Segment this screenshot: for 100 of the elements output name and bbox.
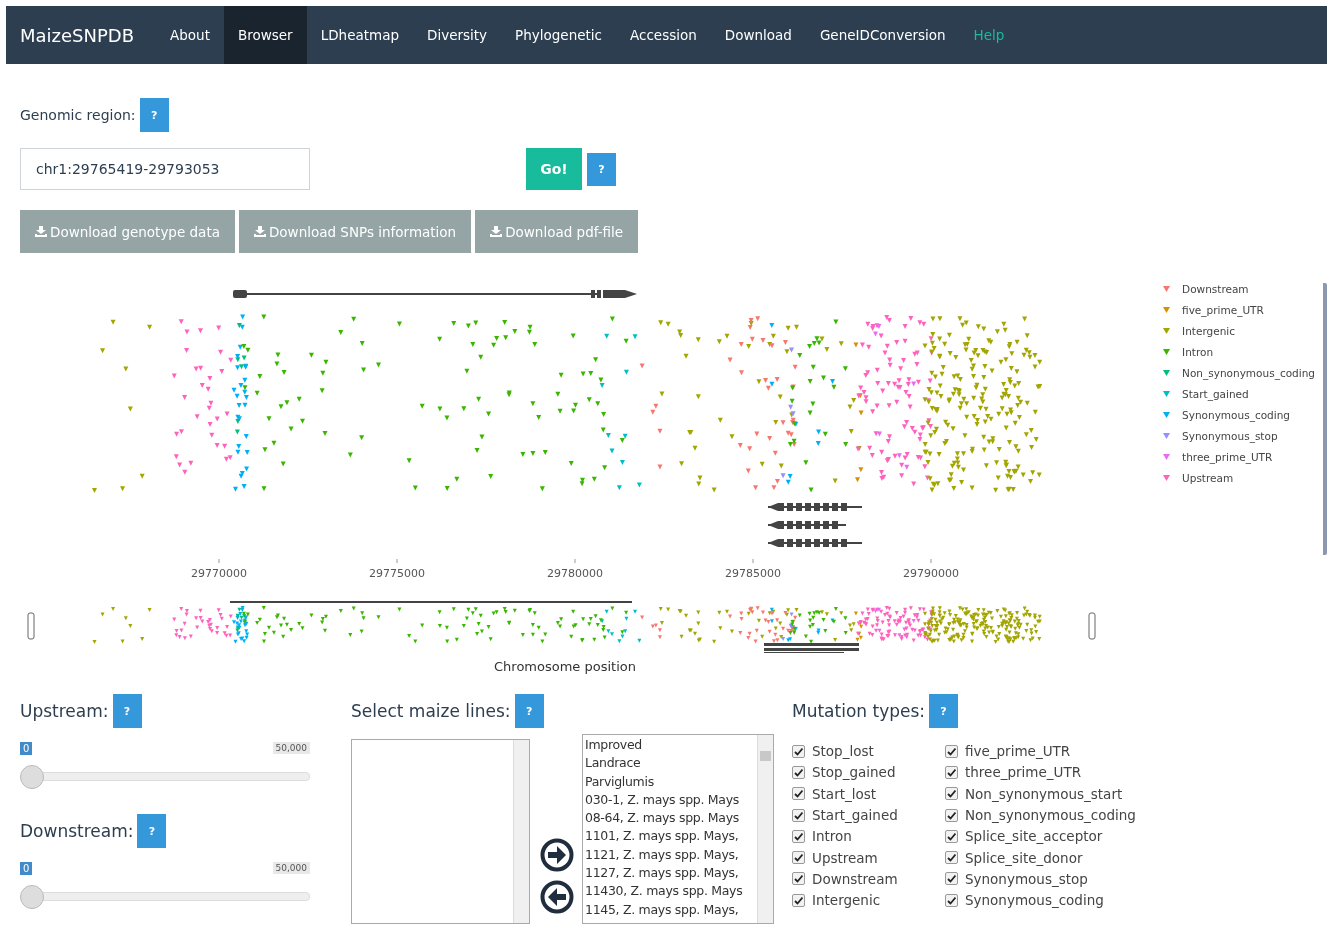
checkbox[interactable] (792, 851, 805, 865)
checkbox-label: Start_gained (812, 807, 898, 824)
axis-tick-label: 29770000 (191, 567, 247, 580)
field-label: Upstream: (20, 701, 109, 721)
nav-tab[interactable]: Download (710, 6, 806, 64)
check-icon (794, 831, 803, 841)
checkbox-label: Downstream (812, 870, 898, 887)
checkbox[interactable] (792, 893, 805, 907)
checkbox[interactable] (945, 787, 958, 801)
legend-label: Synonymous_coding (1182, 409, 1290, 421)
field-label: Select maize lines: (351, 701, 511, 721)
axis-tick-label: 29785000 (725, 567, 781, 580)
nav-tab[interactable]: GeneIDConversion (805, 6, 960, 64)
list-option[interactable]: Improved (585, 736, 757, 755)
check-icon (947, 895, 956, 905)
check-icon (794, 810, 803, 820)
slider-thumb[interactable] (20, 885, 44, 909)
slider-max-label: 50,000 (272, 742, 310, 754)
checkbox[interactable] (792, 765, 805, 779)
check-icon (794, 874, 803, 884)
brand-logo[interactable]: MaizeSNPDB (14, 6, 143, 64)
checkbox-label: Intergenic (812, 892, 881, 909)
list-option[interactable]: 08-64, Z. mays spp. Mays (585, 809, 757, 828)
range-handle[interactable] (1088, 612, 1096, 640)
nav-tab[interactable]: Phylogenetic (501, 6, 616, 64)
legend-label: Downstream (1182, 283, 1249, 295)
checkbox-label: Non_synonymous_start (965, 785, 1123, 802)
list-option[interactable]: 11430, Z. mays spp. Mays (585, 882, 757, 901)
range-slider[interactable]: 0 50,000 (22, 742, 310, 786)
field-label: Genomic region: (20, 107, 136, 123)
checkbox[interactable] (792, 744, 805, 758)
slider-value: 0 (20, 862, 33, 875)
checkbox-label: Intron (812, 828, 852, 845)
check-icon (794, 767, 803, 777)
slider-value: 0 (20, 742, 33, 755)
list-option[interactable]: 1101, Z. mays spp. Mays, (585, 827, 757, 846)
arrow-left-icon[interactable] (540, 880, 574, 914)
list-option[interactable]: Landrace (585, 754, 757, 773)
list-option[interactable]: 1121, Z. mays spp. Mays, (585, 845, 757, 865)
axis-tick-label: 29790000 (903, 567, 959, 580)
check-icon (794, 789, 803, 799)
check-icon (794, 853, 803, 863)
check-icon (947, 831, 956, 841)
checkbox[interactable] (945, 744, 958, 758)
legend-label: Upstream (1182, 472, 1234, 484)
checkbox-label: Synonymous_coding (965, 892, 1104, 909)
nav-tab[interactable]: Help (959, 6, 1019, 64)
checkbox-label: Splice_site_donor (965, 849, 1083, 866)
checkbox[interactable] (945, 851, 958, 865)
checkbox[interactable] (945, 893, 958, 907)
arrow-right-icon[interactable] (540, 838, 574, 872)
nav-tab[interactable]: Accession (616, 6, 711, 64)
check-icon (947, 853, 956, 863)
field-label: Mutation types: (792, 701, 926, 721)
legend-label: three_prime_UTR (1182, 451, 1273, 463)
checkbox[interactable] (792, 829, 805, 843)
download-icon (490, 226, 503, 237)
checkbox[interactable] (792, 808, 805, 822)
checkbox-label: Synonymous_stop (965, 870, 1088, 887)
checkbox[interactable] (945, 808, 958, 822)
range-slider[interactable]: 0 50,000 (22, 862, 310, 906)
checkbox-label: Stop_lost (812, 743, 874, 760)
checkbox-label: Upstream (812, 849, 878, 866)
checkbox[interactable] (945, 765, 958, 779)
maize-lines-listbox[interactable] (582, 734, 774, 924)
list-option[interactable]: 1127, Z. mays spp. Mays, (585, 864, 757, 883)
scrollbar-thumb[interactable] (760, 751, 771, 761)
check-icon (947, 789, 956, 799)
legend-label: Start_gained (1182, 388, 1249, 400)
region-input-field[interactable]: chr1:29765419-29793053 (20, 148, 310, 190)
axis-title: Chromosome position (493, 659, 637, 674)
legend-label: Intergenic (1182, 325, 1235, 337)
checkbox-label: Stop_gained (812, 764, 896, 781)
checkbox-label: five_prime_UTR (965, 743, 1071, 760)
list-option[interactable]: Parviglumis (585, 772, 757, 791)
nav-tab[interactable]: LDheatmap (306, 6, 414, 64)
legend-label: Non_synonymous_coding (1182, 367, 1315, 379)
check-icon (794, 895, 803, 905)
nav-tab[interactable]: Browser (223, 6, 307, 64)
nav-tab[interactable]: About (156, 6, 224, 64)
checkbox[interactable] (945, 829, 958, 843)
checkbox[interactable] (792, 872, 805, 886)
legend-label: Intron (1182, 346, 1214, 358)
list-option[interactable]: 1145, Z. mays spp. Mays, (585, 900, 757, 919)
checkbox[interactable] (945, 872, 958, 886)
axis-tick-label: 29780000 (547, 567, 603, 580)
checkbox-label: Start_lost (812, 785, 877, 802)
checkbox-label: Non_synonymous_coding (965, 807, 1136, 824)
download-icon (35, 226, 47, 237)
legend-label: Synonymous_stop (1182, 430, 1278, 442)
check-icon (794, 746, 803, 756)
list-option[interactable]: 030-1, Z. mays spp. Mays (585, 790, 757, 810)
range-handle[interactable] (27, 612, 35, 640)
download-icon (253, 226, 266, 237)
slider-max-label: 50,000 (272, 862, 310, 874)
field-label: Downstream: (20, 821, 134, 841)
checkbox-label: Splice_site_acceptor (965, 828, 1103, 845)
slider-thumb[interactable] (20, 765, 44, 789)
checkbox[interactable] (792, 787, 805, 801)
nav-tab[interactable]: Diversity (413, 6, 502, 64)
